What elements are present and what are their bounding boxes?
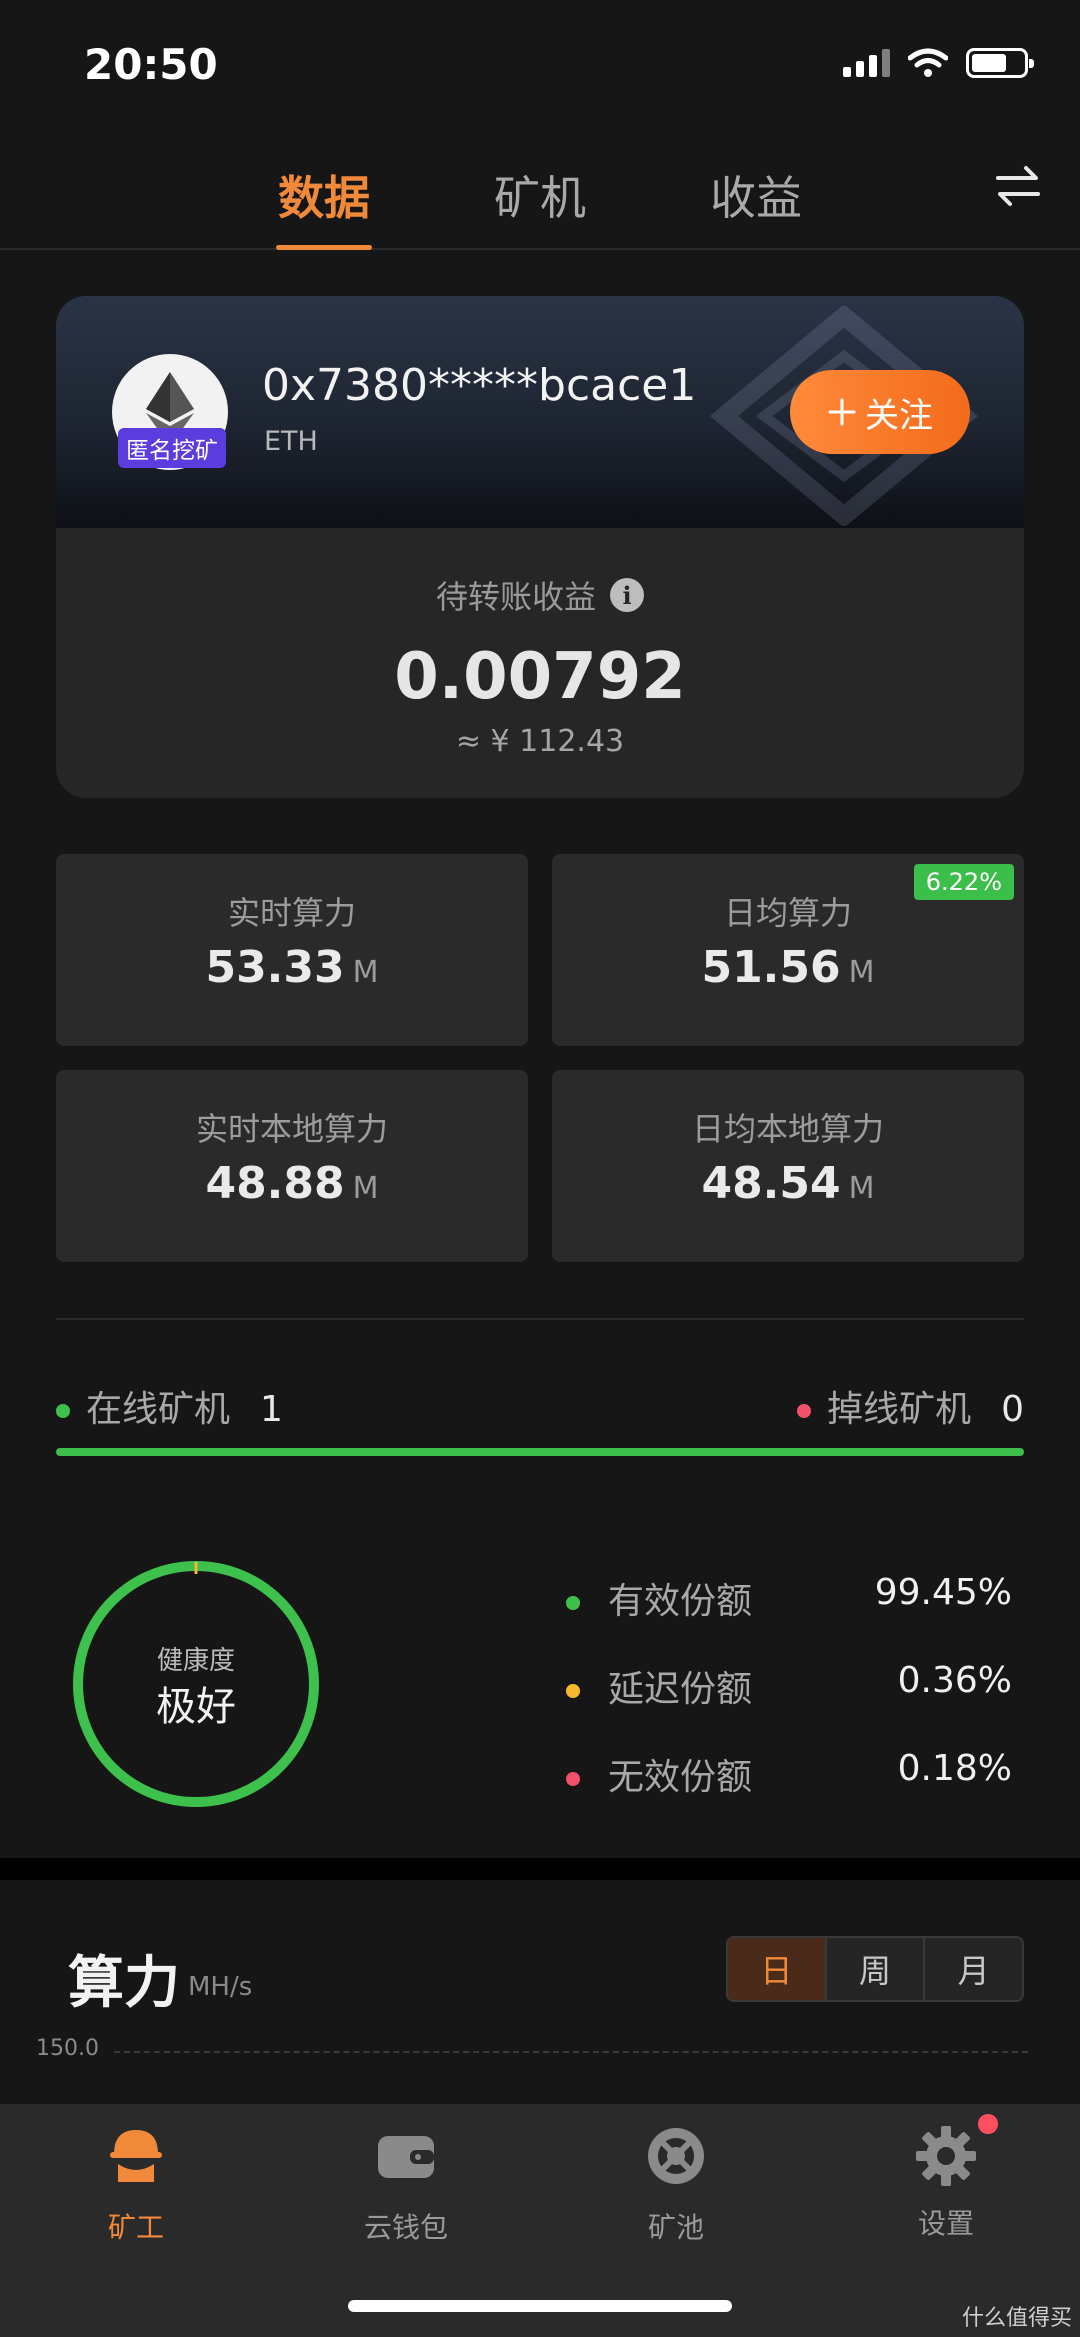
online-miners[interactable]: 在线矿机 1 (56, 1380, 283, 1432)
stat-value: 53.33 (205, 942, 345, 993)
online-ratio-bar (56, 1448, 1024, 1456)
status-icons (843, 48, 1034, 78)
section-divider (56, 1318, 1024, 1320)
online-miners-label: 在线矿机 (86, 1389, 231, 1430)
pending-earnings-label: 待转账收益 (435, 578, 596, 616)
pending-earnings-cny: ≈ ¥ 112.43 (455, 724, 625, 759)
follow-button[interactable]: 关注 (790, 370, 970, 454)
stat-daily-avg-local-hashrate: 日均本地算力 48.54 M (552, 1070, 1024, 1262)
nav-label: 矿池 (647, 2211, 704, 2244)
wallet-address: 0x7380*****bcace1 (262, 360, 697, 411)
signal-icon (843, 49, 890, 77)
tab-data[interactable]: 数据 (278, 162, 370, 228)
wallet-icon (378, 2136, 434, 2178)
pool-icon (648, 2128, 704, 2184)
stat-label: 实时本地算力 (195, 1110, 388, 1148)
range-month-button[interactable]: 月 (925, 1938, 1022, 2000)
hashrate-title: 算力 (68, 1951, 180, 2016)
nav-label: 矿工 (107, 2211, 164, 2244)
stat-daily-avg-hashrate: 6.22% 日均算力 51.56 M (552, 854, 1024, 1046)
stat-value-row: 53.33 M (56, 942, 528, 993)
info-icon[interactable]: i (610, 578, 644, 612)
follow-label: 关注 (865, 395, 933, 436)
share-invalid: 无效份额 0.18% (566, 1748, 1012, 1798)
stat-value-row: 48.54 M (552, 1158, 1024, 1209)
range-week-button[interactable]: 周 (826, 1938, 926, 2000)
share-pct: 0.18% (897, 1748, 1012, 1789)
share-pct: 0.36% (897, 1660, 1012, 1701)
switch-account-icon[interactable] (992, 160, 1044, 212)
y-tick-label: 150.0 (36, 2036, 99, 2061)
top-tab-bar: 数据 矿机 收益 (0, 150, 1080, 250)
nav-miner[interactable]: 矿工 (56, 2124, 216, 2246)
battery-icon (966, 48, 1034, 78)
pending-earnings: 待转账收益 i 0.00792 ≈ ¥ 112.43 (56, 528, 1024, 798)
miner-status-row: 在线矿机 1 掉线矿机 0 (56, 1380, 1024, 1430)
chart-gridline (114, 2051, 1028, 2053)
tab-miners[interactable]: 矿机 (494, 162, 586, 228)
stat-value: 51.56 (701, 942, 841, 993)
share-delayed: 延迟份额 0.36% (566, 1660, 1012, 1710)
wifi-icon (908, 48, 948, 77)
stat-realtime-local-hashrate: 实时本地算力 48.88 M (56, 1070, 528, 1262)
online-dot-icon (56, 1404, 70, 1418)
share-name: 无效份额 (608, 1757, 753, 1798)
stat-label: 日均本地算力 (691, 1110, 884, 1148)
offline-miners[interactable]: 掉线矿机 0 (797, 1380, 1024, 1432)
stat-label: 实时算力 (227, 894, 356, 932)
status-time: 20:50 (84, 40, 218, 89)
stat-value-row: 51.56 M (552, 942, 1024, 993)
stat-value: 48.88 (205, 1158, 345, 1209)
stat-unit: M (848, 1171, 875, 1206)
pending-earnings-label-row: 待转账收益 i (56, 572, 1024, 618)
coin-symbol: ETH (264, 426, 318, 457)
share-valid: 有效份额 99.45% (566, 1572, 1012, 1622)
stat-unit: M (352, 955, 379, 990)
notification-dot (978, 2114, 998, 2134)
site-watermark: 什么值得买 (961, 2306, 1072, 2331)
plus-icon (828, 398, 856, 426)
online-ratio-fill (56, 1448, 1024, 1456)
nav-label: 云钱包 (363, 2211, 448, 2244)
offline-miners-count: 0 (1001, 1389, 1024, 1430)
range-selector: 日 周 月 (726, 1936, 1024, 2002)
nav-wallet[interactable]: 云钱包 (326, 2124, 486, 2246)
hashrate-unit: MH/s (188, 1972, 253, 2002)
gear-icon (916, 2126, 976, 2186)
home-indicator[interactable] (348, 2300, 732, 2312)
pending-earnings-value: 0.00792 (394, 640, 686, 714)
range-day-button[interactable]: 日 (728, 1938, 827, 2000)
section-separator (0, 1858, 1080, 1880)
green-dot-icon (566, 1596, 580, 1610)
share-name: 延迟份额 (608, 1669, 753, 1710)
stat-label: 日均算力 (723, 894, 852, 932)
stat-value: 48.54 (701, 1158, 841, 1209)
active-tab-indicator (276, 245, 372, 250)
red-dot-icon (566, 1772, 580, 1786)
stat-unit: M (352, 1171, 379, 1206)
stat-value-row: 48.88 M (56, 1158, 528, 1209)
health-label: 健康度 (156, 1646, 235, 1676)
health-value: 极好 (156, 1684, 236, 1730)
yellow-dot-icon (566, 1684, 580, 1698)
stat-realtime-hashrate: 实时算力 53.33 M (56, 854, 528, 1046)
share-invalid-name-row: 无效份额 (566, 1748, 752, 1800)
offline-dot-icon (797, 1404, 812, 1418)
tab-earnings[interactable]: 收益 (710, 162, 802, 228)
account-header: 匿名挖矿 0x7380*****bcace1 ETH 关注 (56, 296, 1024, 528)
share-pct: 99.45% (874, 1572, 1012, 1613)
anonymous-mining-badge: 匿名挖矿 (118, 428, 226, 468)
nav-label: 设置 (917, 2207, 974, 2240)
gear-icon-wrap (914, 2114, 998, 2188)
nav-settings[interactable]: 设置 (866, 2114, 1026, 2242)
nav-pool[interactable]: 矿池 (596, 2124, 756, 2246)
offline-miners-label: 掉线矿机 (827, 1389, 972, 1430)
online-miners-count: 1 (260, 1389, 283, 1430)
miner-icon (110, 2130, 162, 2182)
stat-unit: M (848, 955, 875, 990)
share-valid-name-row: 有效份额 (566, 1572, 752, 1624)
share-delayed-name-row: 延迟份额 (566, 1660, 752, 1712)
share-name: 有效份额 (608, 1581, 753, 1622)
account-card: 匿名挖矿 0x7380*****bcace1 ETH 关注 待转账收益 i 0.… (56, 296, 1024, 798)
